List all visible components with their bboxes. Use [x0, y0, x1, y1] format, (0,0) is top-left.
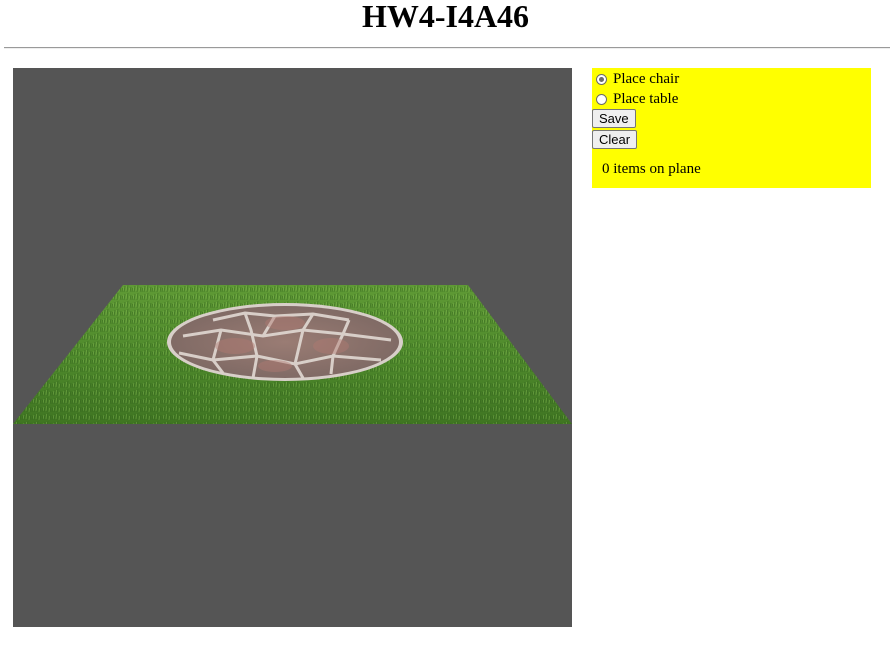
option-place-table[interactable]: Place table [596, 90, 678, 108]
divider [4, 47, 890, 49]
3d-canvas[interactable] [13, 68, 572, 627]
save-button[interactable]: Save [592, 109, 636, 128]
controls-panel: Place chair Place table Save Clear 0 ite… [592, 68, 871, 188]
radio-place-chair[interactable] [596, 73, 607, 85]
radio-place-table[interactable] [596, 93, 607, 105]
scene-render[interactable] [13, 68, 572, 627]
items-count-status: 0 items on plane [602, 161, 701, 177]
option-place-chair[interactable]: Place chair [596, 70, 679, 88]
stone-patio [167, 303, 403, 381]
option-label: Place chair [613, 71, 680, 87]
clear-button[interactable]: Clear [592, 130, 638, 149]
page-title: HW4-I4A46 [361, 0, 530, 34]
option-label: Place table [613, 91, 679, 107]
